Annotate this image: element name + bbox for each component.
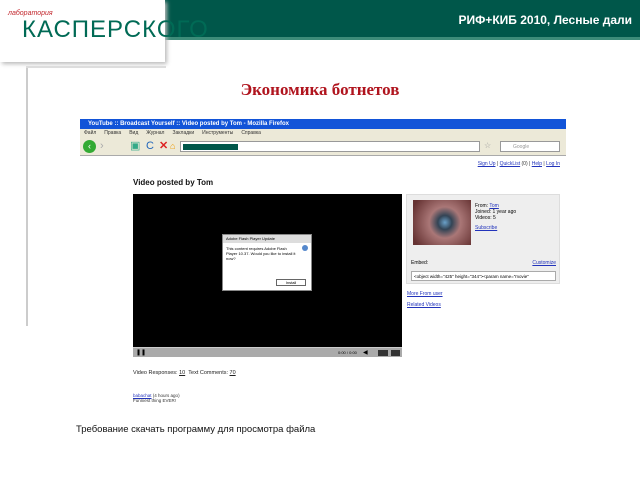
kaspersky-logo: лаборатория КАСПЕРСКОГО (0, 0, 208, 62)
stop-icon[interactable]: ✕ (159, 140, 168, 152)
player-controls: ❚❚ 0:00 / 0:00 ◀ (133, 347, 402, 357)
header-band: РИФ+КИБ 2010, Лесные дали (165, 0, 640, 40)
home-icon[interactable]: ⌂ (170, 140, 175, 152)
menu-bar: Файл Правка Вид Журнал Закладки Инструменты Сп… (80, 129, 566, 137)
window-title: YouTube :: Broadcast Yourself :: Video p… (80, 119, 566, 129)
menu-item[interactable]: Закладки (172, 130, 194, 136)
time-display: 0:00 / 0:00 (338, 350, 357, 355)
related-videos-link[interactable]: Related Videos (407, 300, 443, 311)
more-from-user-link[interactable]: More From user (407, 289, 443, 300)
dialog-title: Adobe Flash Player Update (223, 235, 311, 243)
uploader-panel: From: Tom Joined: 1 year ago Videos: 5 S… (406, 194, 560, 284)
pause-icon[interactable]: ❚❚ (136, 349, 146, 356)
flash-update-dialog: Adobe Flash Player Update This content r… (222, 234, 312, 291)
reload-icon[interactable]: C (146, 140, 154, 152)
back-icon[interactable]: ‹ (83, 140, 96, 153)
menu-item[interactable]: Файл (84, 130, 96, 136)
menu-item[interactable]: Правка (104, 130, 121, 136)
volume-icon[interactable]: ◀ (363, 349, 368, 356)
signup-link[interactable]: Sign Up (478, 161, 496, 167)
dialog-message: This content requires Adobe Flash Player… (226, 246, 296, 261)
toolbar: ‹ › ▣ C ✕ ⌂ ☆ Google (80, 137, 566, 156)
slide-caption: Требование скачать программу для просмот… (76, 424, 316, 435)
forward-icon[interactable]: › (100, 140, 104, 152)
responses-summary: Video Responses: 10 Text Comments: 70 (133, 370, 236, 376)
menu-item[interactable]: Вид (129, 130, 138, 136)
text-comments-label: Text Comments: (188, 370, 228, 376)
search-input[interactable]: Google (500, 141, 560, 152)
video-responses-label: Video Responses: (133, 370, 178, 376)
slide-title: Экономика ботнетов (240, 80, 400, 99)
help-icon (302, 245, 308, 251)
embed-label: Embed: (411, 260, 429, 266)
size-icon[interactable] (378, 350, 388, 356)
subscribe-link[interactable]: Subscribe (475, 225, 516, 231)
divider (26, 66, 28, 326)
browser-screenshot: YouTube :: Broadcast Yourself :: Video p… (80, 119, 566, 410)
text-comments-link[interactable]: 70 (230, 370, 236, 376)
top-links: Sign Up | QuickList (0) | Help | Log In (477, 161, 560, 167)
videos-count: Videos: 5 (475, 215, 496, 221)
menu-item[interactable]: Инструменты (202, 130, 233, 136)
redacted-url (183, 144, 238, 150)
logo-main-text: КАСПЕРСКОГО (22, 16, 209, 43)
install-button[interactable]: Install (276, 279, 306, 286)
video-responses-link[interactable]: 10 (179, 370, 185, 376)
comment-text: Funniest thing EVER! (133, 398, 177, 403)
help-link[interactable]: Help (532, 161, 542, 167)
divider (26, 66, 166, 68)
comment: babachat (4 hours ago) Funniest thing EV… (133, 393, 180, 403)
page-heading: Video posted by Tom (133, 178, 214, 187)
bookmark-star-icon[interactable]: ☆ (484, 140, 491, 152)
event-title: РИФ+КИБ 2010, Лесные дали (458, 13, 632, 27)
customize-link[interactable]: Customize (532, 260, 556, 266)
embed-code-input[interactable]: <object width="425" height="344"><param … (411, 271, 556, 281)
fullscreen-icon[interactable] (391, 350, 400, 356)
quicklist-link[interactable]: QuickList (500, 161, 521, 167)
address-bar[interactable] (180, 141, 480, 152)
uploader-thumbnail[interactable] (413, 200, 471, 245)
login-link[interactable]: Log In (546, 161, 560, 167)
menu-item[interactable]: Справка (241, 130, 261, 136)
new-tab-icon[interactable]: ▣ (130, 140, 140, 152)
quicklist-count: (0) (521, 161, 528, 167)
menu-item[interactable]: Журнал (146, 130, 164, 136)
